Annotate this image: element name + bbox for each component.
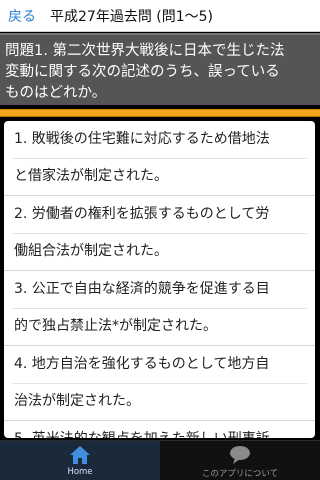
answer-option-5[interactable]: 5. 英米法的な観点を加えた新しい刑事訴 (4, 421, 315, 438)
nav-home-label: Home (67, 467, 93, 477)
nav-home[interactable]: Home (0, 441, 160, 480)
bottom-nav: Home このアプリについて (0, 440, 320, 480)
nav-about-label: このアプリについて (201, 469, 279, 479)
answer-option-4[interactable]: 4. 地方自治を強化するものとして地方自 治法が制定された。 (4, 346, 315, 421)
question-line: 問題1. 第二次世界大戦後に日本で生じた法 (5, 43, 285, 59)
answer-text: と借家法が制定された。 (14, 168, 168, 184)
answer-list: 1. 敗戦後の住宅難に対応するため借地法 と借家法が制定された。 2. 労働者の… (4, 121, 315, 438)
home-icon (70, 446, 90, 464)
question-line: 変動に関する次の記述のうち、誤っている (5, 64, 280, 80)
progress-bar (0, 109, 320, 117)
nav-about[interactable]: このアプリについて (160, 441, 320, 480)
answer-option-1[interactable]: 1. 敗戦後の住宅難に対応するため借地法 と借家法が制定された。 (4, 121, 315, 196)
answer-text: 的で独占禁止法*が制定された。 (14, 318, 217, 334)
answer-text: 働組合法が制定された。 (14, 243, 168, 259)
speech-bubble-icon (230, 446, 250, 464)
answer-text: 1. 敗戦後の住宅難に対応するため借地法 (14, 131, 270, 147)
progress-fill (0, 109, 320, 117)
answer-text: 治法が制定された。 (14, 393, 140, 409)
answer-text: 2. 労働者の権利を拡張するものとして労 (14, 206, 270, 222)
answer-text: 5. 英米法的な観点を加えた新しい刑事訴 (14, 421, 309, 438)
top-bar: 戻る 平成27年過去問 (問1～5) (0, 0, 320, 32)
question-text: 問題1. 第二次世界大戦後に日本で生じた法 変動に関する次の記述のうち、誤ってい… (0, 33, 320, 105)
back-button[interactable]: 戻る (0, 6, 42, 26)
answer-text: 4. 地方自治を強化するものとして地方自 (14, 356, 270, 372)
page-title: 平成27年過去問 (問1～5) (50, 8, 214, 25)
answer-text: 3. 公正で自由な経済的競争を促進する目 (14, 281, 270, 297)
answer-option-3[interactable]: 3. 公正で自由な経済的競争を促進する目 的で独占禁止法*が制定された。 (4, 271, 315, 346)
question-line: ものはどれか。 (5, 85, 107, 101)
app-screen: 戻る 平成27年過去問 (問1～5) 問題1. 第二次世界大戦後に日本で生じた法… (0, 0, 320, 480)
answer-option-2[interactable]: 2. 労働者の権利を拡張するものとして労 働組合法が制定された。 (4, 196, 315, 271)
